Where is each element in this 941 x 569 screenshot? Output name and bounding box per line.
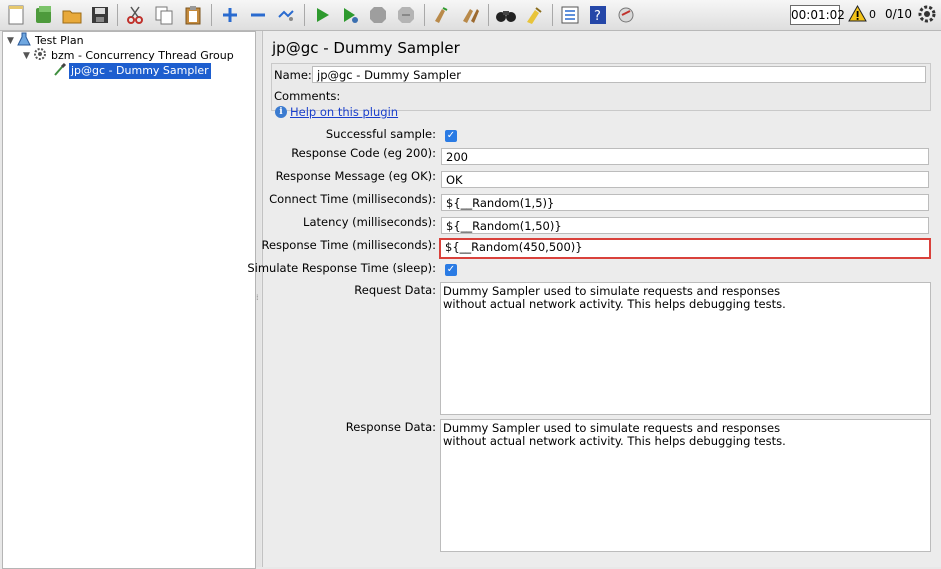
name-comments-box: Name: jp@gc - Dummy Sampler Comments: <box>271 63 931 111</box>
test-plan-tree[interactable]: ▼ Test Plan ▼ bzm - Concurrency Thread G… <box>2 31 256 569</box>
simulate-response-time-checkbox[interactable]: ✓ <box>445 264 457 276</box>
expand-icon[interactable] <box>218 3 242 27</box>
clear-icon[interactable] <box>430 3 454 27</box>
toolbar: ? 00:01:02 0 0/10 <box>0 0 941 31</box>
cut-icon[interactable] <box>123 3 147 27</box>
connect-time-label: Connect Time (milliseconds): <box>269 192 436 206</box>
connect-time-field[interactable]: ${__Random(1,5)} <box>441 194 929 211</box>
paste-icon[interactable] <box>181 3 205 27</box>
tree-node-dummy-sampler[interactable]: jp@gc - Dummy Sampler <box>53 62 211 81</box>
comments-label: Comments: <box>274 89 341 103</box>
stop-icon[interactable] <box>366 3 390 27</box>
sampler-editor: jp@gc - Dummy Sampler Name: jp@gc - Dumm… <box>247 31 941 567</box>
warning-icon[interactable] <box>848 4 867 25</box>
simulate-response-time-label: Simulate Response Time (sleep): <box>247 261 436 275</box>
start-icon[interactable] <box>310 3 334 27</box>
help-link[interactable]: Help on this plugin <box>290 105 398 119</box>
response-message-label: Response Message (eg OK): <box>275 169 436 183</box>
response-message-field[interactable]: OK <box>441 171 929 188</box>
response-time-field[interactable]: ${__Random(450,500)} <box>439 238 931 259</box>
expand-arrow-icon[interactable]: ▼ <box>7 33 17 49</box>
templates-icon[interactable] <box>32 3 56 27</box>
function-helper-icon[interactable] <box>558 3 582 27</box>
shutdown-icon[interactable] <box>394 3 418 27</box>
save-icon[interactable] <box>88 3 112 27</box>
expand-arrow-icon[interactable]: ▼ <box>23 48 33 64</box>
search-icon[interactable] <box>494 3 518 27</box>
name-label: Name: <box>274 68 312 82</box>
response-code-label: Response Code (eg 200): <box>291 146 436 160</box>
help-icon[interactable]: ? <box>586 3 610 27</box>
pipette-icon <box>53 62 69 81</box>
request-data-textarea[interactable]: Dummy Sampler used to simulate requests … <box>440 282 931 415</box>
name-field[interactable]: jp@gc - Dummy Sampler <box>312 66 926 83</box>
divider-grip-icon: ⁞ <box>256 293 259 302</box>
svg-text:?: ? <box>594 9 601 24</box>
remote-icon[interactable] <box>614 3 638 27</box>
active-threads: 0/10 <box>885 7 912 21</box>
latency-label: Latency (milliseconds): <box>303 215 436 229</box>
open-icon[interactable] <box>60 3 84 27</box>
info-icon: i <box>275 106 287 118</box>
tree-node-label: bzm - Concurrency Thread Group <box>51 49 234 62</box>
response-time-label: Response Time (milliseconds): <box>261 238 436 252</box>
help-link-row: i Help on this plugin <box>275 105 398 119</box>
successful-sample-checkbox[interactable]: ✓ <box>445 130 457 142</box>
response-data-textarea[interactable]: Dummy Sampler used to simulate requests … <box>440 419 931 552</box>
response-data-label: Response Data: <box>345 420 436 434</box>
collapse-icon[interactable] <box>246 3 270 27</box>
clear-all-icon[interactable] <box>458 3 482 27</box>
warning-count: 0 <box>869 8 876 21</box>
start-no-pauses-icon[interactable] <box>338 3 362 27</box>
response-code-field[interactable]: 200 <box>441 148 929 165</box>
page-title: jp@gc - Dummy Sampler <box>272 39 460 57</box>
copy-icon[interactable] <box>152 3 176 27</box>
new-icon[interactable] <box>4 3 28 27</box>
status-gear-icon[interactable] <box>917 4 937 27</box>
request-data-label: Request Data: <box>354 283 436 297</box>
tree-node-label: jp@gc - Dummy Sampler <box>69 63 211 79</box>
successful-sample-label: Successful sample: <box>325 127 436 141</box>
reset-search-icon[interactable] <box>522 3 546 27</box>
latency-field[interactable]: ${__Random(1,50)} <box>441 217 929 234</box>
gear-icon <box>33 47 49 66</box>
toggle-icon[interactable] <box>274 3 298 27</box>
elapsed-timer: 00:01:02 <box>790 5 845 25</box>
